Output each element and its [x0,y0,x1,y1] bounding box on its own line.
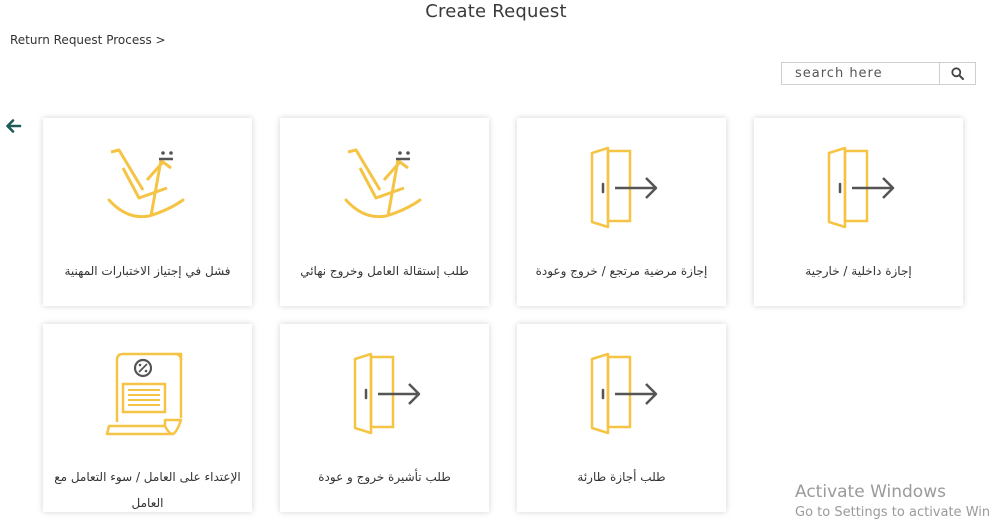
request-card-internal-external-leave[interactable]: إجازة داخلية / خارجية [754,118,963,306]
card-label: طلب إستقالة العامل وخروج نهائي [300,264,469,278]
request-card-sick-leave-return[interactable]: إجازة مرضية مرتجع / خروج وعودة [517,118,726,306]
watermark-subtitle: Go to Settings to activate Win [795,505,991,520]
exit-door-icon [590,352,657,435]
search-box [781,62,976,85]
card-label: الإعتداء على العامل / سوء التعامل مع الع… [54,470,241,510]
exit-door-icon [590,146,657,229]
card-label: طلب أجازة طارئة [577,470,666,484]
exit-door-icon [827,146,894,229]
back-button[interactable] [5,117,23,135]
request-card-failed-professional-tests[interactable]: فشل في إجتياز الاختبارات المهنية [43,118,252,306]
search-button[interactable] [939,63,975,84]
request-card-emergency-leave[interactable]: طلب أجازة طارئة [517,324,726,512]
search-icon [951,67,964,80]
card-label: إجازة داخلية / خارجية [805,264,912,278]
card-label: فشل في إجتياز الاختبارات المهنية [64,264,231,278]
arrow-left-icon [6,119,22,133]
exit-door-icon [353,352,420,435]
document-percent-icon [105,352,182,436]
watermark-title: Activate Windows [795,482,946,502]
request-card-worker-abuse[interactable]: الإعتداء على العامل / سوء التعامل مع الع… [43,324,252,512]
request-card-resignation-final-exit[interactable]: طلب إستقالة العامل وخروج نهائي [280,118,489,306]
card-label: طلب تأشيرة خروج و عودة [318,470,451,484]
activation-watermark: Activate Windows Go to Settings to activ… [795,482,990,520]
rocking-chair-icon [344,148,421,219]
request-card-exit-reentry-visa[interactable]: طلب تأشيرة خروج و عودة [280,324,489,512]
card-label: إجازة مرضية مرتجع / خروج وعودة [535,264,708,278]
search-input[interactable] [782,63,939,84]
page-title: Create Request [425,1,567,22]
rocking-chair-icon [107,148,184,219]
breadcrumb[interactable]: Return Request Process > [10,33,166,47]
